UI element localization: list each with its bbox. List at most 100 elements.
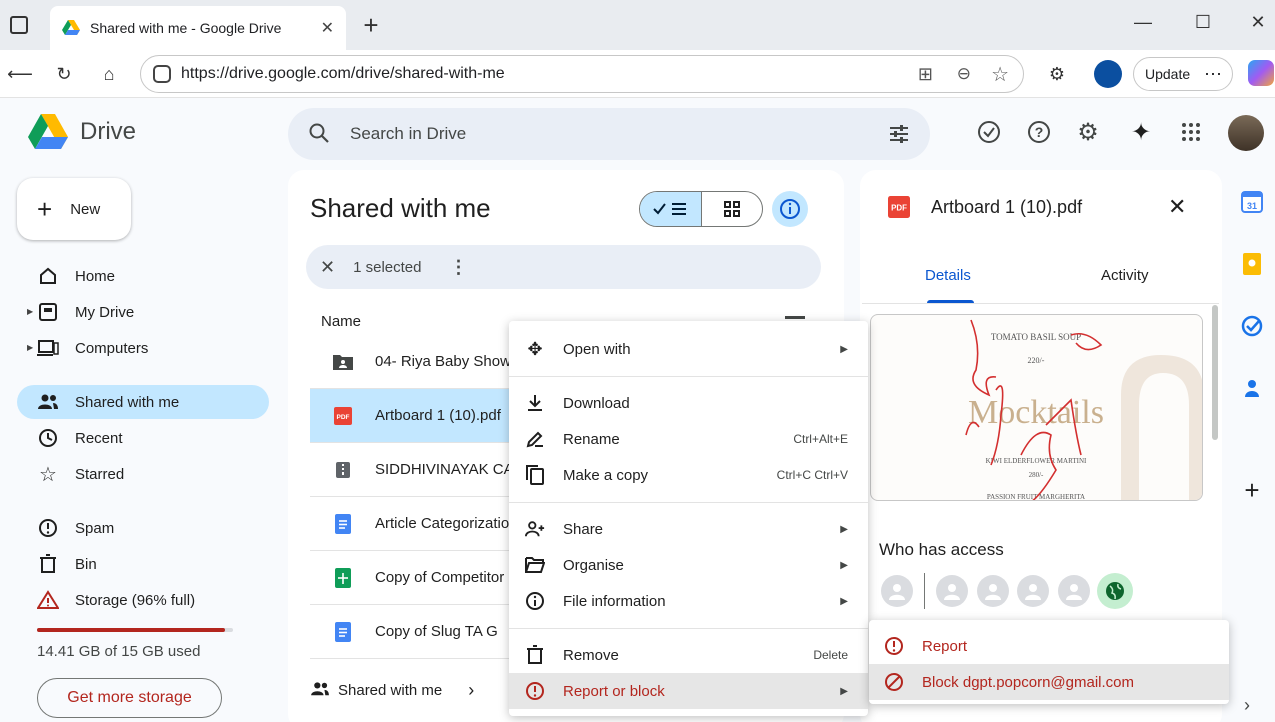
menu-item-report-or-block[interactable]: Report or block ▶ — [509, 673, 868, 709]
report-submenu: Report Block dgpt.popcorn@gmail.com — [869, 620, 1229, 704]
storage-bar — [37, 628, 233, 632]
menu-item-organise[interactable]: Organise ▶ — [509, 547, 868, 583]
table-row-selected[interactable]: PDF Artboard 1 (10).pdf — [310, 389, 520, 443]
table-row[interactable]: SIDDHIVINAYAK CA — [310, 443, 520, 497]
table-row[interactable]: 04- Riya Baby Shower — [310, 335, 520, 389]
more-actions-icon[interactable]: ⋮ — [449, 257, 467, 278]
sidebar-item-my-drive[interactable]: My Drive — [17, 295, 269, 329]
submenu-item-report[interactable]: Report — [869, 628, 1229, 664]
menu-item-share[interactable]: Share ▶ — [509, 511, 868, 547]
shared-icon — [37, 391, 59, 413]
profile-avatar[interactable] — [1094, 60, 1122, 88]
maximize-button[interactable]: ☐ — [1188, 12, 1218, 33]
extensions-icon[interactable]: ⚙ — [1043, 60, 1071, 88]
grid-view-icon — [723, 201, 740, 217]
search-bar[interactable]: Search in Drive — [288, 108, 930, 160]
favorite-star-icon[interactable]: ☆ — [991, 62, 1009, 87]
public-link-globe-icon[interactable] — [1097, 573, 1133, 609]
tab-activity[interactable]: Activity — [1101, 267, 1149, 284]
contacts-icon[interactable] — [1240, 376, 1264, 400]
page-title: Shared with me — [310, 193, 491, 223]
view-toggle[interactable] — [639, 191, 763, 227]
hide-side-panel-icon[interactable]: › — [1244, 695, 1250, 716]
address-bar[interactable]: https://drive.google.com/drive/shared-wi… — [140, 55, 1024, 93]
add-addon-icon[interactable]: + — [1240, 475, 1264, 505]
table-row[interactable]: Copy of Competitor — [310, 551, 520, 605]
gemini-sparkle-icon[interactable]: ✦ — [1127, 118, 1155, 146]
menu-item-open-with[interactable]: ✥ Open with ▶ — [509, 331, 868, 367]
clear-selection-icon[interactable]: ✕ — [320, 257, 335, 278]
table-row[interactable]: Article Categorization — [310, 497, 520, 551]
new-tab-button[interactable]: + — [356, 10, 386, 41]
sidebar-item-recent[interactable]: Recent — [17, 421, 269, 455]
tab-actions-icon[interactable] — [10, 16, 28, 34]
bottom-breadcrumb[interactable]: Shared with me › — [310, 680, 474, 701]
sidebar-item-computers[interactable]: Computers — [17, 331, 269, 365]
user-avatar[interactable] — [936, 575, 968, 607]
menu-item-label: Organise — [563, 556, 624, 574]
get-more-storage-button[interactable]: Get more storage — [37, 678, 222, 718]
user-avatar[interactable] — [1017, 575, 1049, 607]
list-view-button[interactable] — [640, 192, 702, 226]
grid-view-button[interactable] — [702, 192, 763, 226]
browser-tab[interactable]: Shared with me - Google Drive ✕ — [50, 6, 346, 50]
back-icon[interactable]: ⟵ — [6, 60, 34, 88]
bin-icon — [37, 553, 59, 575]
apps-grid-icon[interactable] — [1177, 118, 1205, 146]
keep-icon[interactable] — [1240, 252, 1264, 276]
drive-favicon-icon — [62, 20, 80, 35]
menu-item-file-information[interactable]: File information ▶ — [509, 583, 868, 619]
file-name: Copy of Slug TA G — [375, 623, 498, 640]
copilot-icon[interactable] — [1248, 60, 1274, 86]
sidebar-item-bin[interactable]: Bin — [17, 547, 269, 581]
menu-item-download[interactable]: Download — [509, 385, 868, 421]
name-column-header[interactable]: Name — [321, 313, 361, 330]
update-button[interactable]: Update ⋯ — [1133, 57, 1233, 91]
window-close-button[interactable]: ✕ — [1243, 12, 1273, 33]
reload-icon[interactable]: ↻ — [50, 60, 78, 88]
sidebar-item-shared-with-me[interactable]: Shared with me — [17, 385, 269, 419]
access-divider — [924, 573, 925, 609]
account-avatar[interactable] — [1228, 115, 1264, 151]
help-icon[interactable]: ? — [1025, 118, 1053, 146]
new-button[interactable]: + New — [17, 178, 131, 240]
minimize-button[interactable]: — — [1128, 12, 1158, 33]
menu-item-make-a-copy[interactable]: Make a copy Ctrl+C Ctrl+V — [509, 457, 868, 493]
storage-bar-fill — [37, 628, 226, 632]
sidebar-item-home[interactable]: Home — [17, 259, 269, 293]
sort-options-icon[interactable] — [785, 316, 805, 319]
close-details-icon[interactable]: ✕ — [1168, 194, 1186, 220]
svg-text:PDF: PDF — [337, 414, 350, 421]
chevron-right-icon[interactable]: › — [468, 680, 474, 701]
app-available-icon[interactable]: ⊞ — [918, 64, 933, 85]
sidebar-item-starred[interactable]: ☆ Starred — [17, 457, 269, 491]
search-icon[interactable] — [308, 122, 330, 144]
user-avatar[interactable] — [1058, 575, 1090, 607]
menu-item-label: Rename — [563, 430, 620, 448]
sidebar-item-label: Starred — [75, 465, 125, 483]
home-browser-icon[interactable]: ⌂ — [95, 60, 123, 88]
user-avatar[interactable] — [977, 575, 1009, 607]
tab-details[interactable]: Details — [925, 267, 971, 284]
search-options-icon[interactable] — [888, 123, 910, 145]
details-info-button[interactable] — [772, 191, 808, 227]
sidebar-item-label: Computers — [75, 339, 149, 357]
more-menu-icon[interactable]: ⋯ — [1204, 64, 1222, 85]
menu-item-remove[interactable]: Remove Delete — [509, 637, 868, 673]
owner-avatar[interactable] — [881, 575, 913, 607]
sidebar-item-storage[interactable]: Storage (96% full) — [17, 583, 269, 617]
tab-close-icon[interactable]: ✕ — [321, 18, 334, 38]
table-row[interactable]: Copy of Slug TA G — [310, 605, 520, 659]
submenu-item-block[interactable]: Block dgpt.popcorn@gmail.com — [869, 664, 1229, 700]
details-scrollbar[interactable] — [1212, 305, 1218, 440]
tasks-icon[interactable] — [1240, 314, 1264, 338]
calendar-icon[interactable]: 31 — [1240, 190, 1264, 214]
zoom-icon[interactable]: ⊖ — [957, 64, 971, 84]
file-preview-thumbnail[interactable]: TOMATO BASIL SOUP 220/- Mocktails KIWI E… — [870, 314, 1203, 501]
menu-item-rename[interactable]: Rename Ctrl+Alt+E — [509, 421, 868, 457]
settings-gear-icon[interactable]: ⚙ — [1074, 118, 1102, 146]
drive-logo[interactable]: Drive — [28, 114, 136, 150]
sidebar-item-spam[interactable]: Spam — [17, 511, 269, 545]
offline-ready-icon[interactable] — [975, 118, 1003, 146]
site-info-icon[interactable] — [153, 65, 171, 83]
